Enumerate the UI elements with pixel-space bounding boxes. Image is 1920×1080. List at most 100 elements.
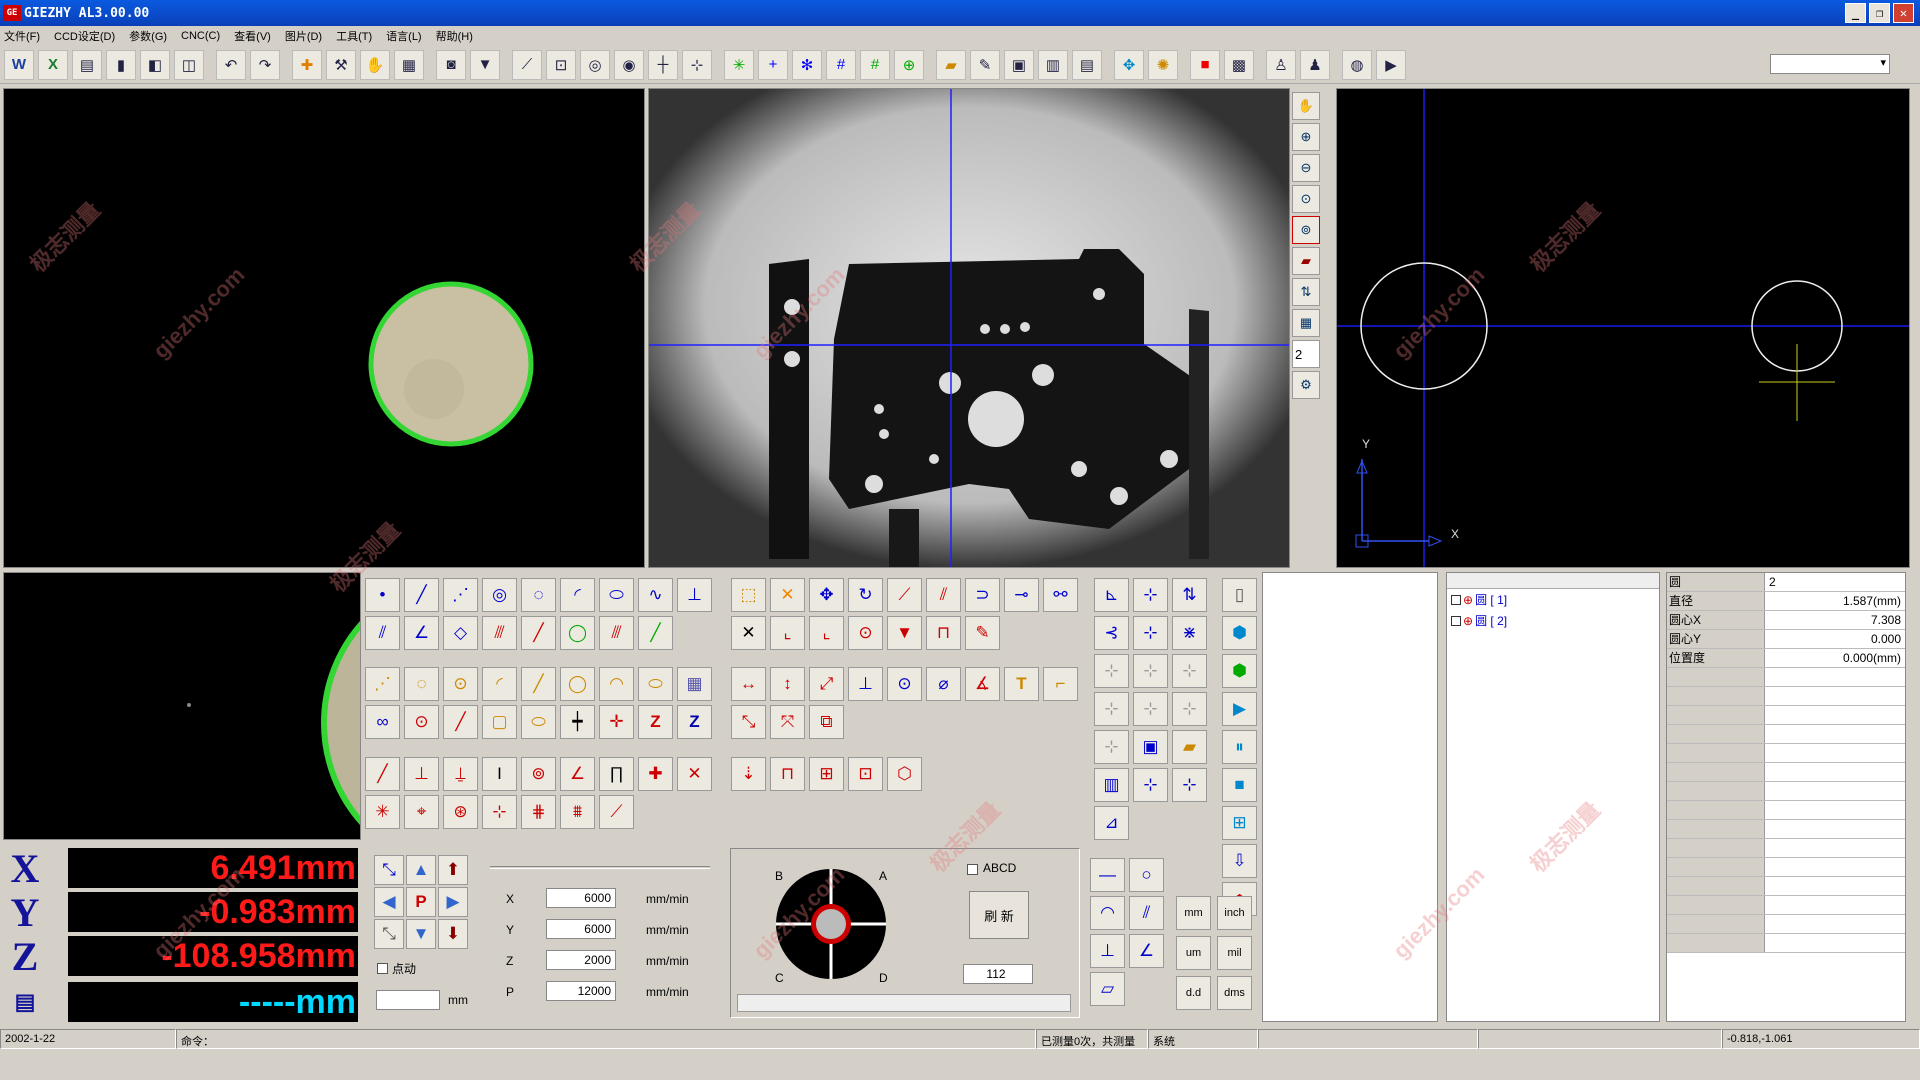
- slash-tool[interactable]: ╱: [443, 705, 478, 739]
- menu-tools[interactable]: 工具(T): [336, 28, 372, 44]
- angle-dim-tool[interactable]: ∡: [965, 667, 1000, 701]
- feature-item[interactable]: ⊕ 圆 [ 2]: [1447, 610, 1659, 631]
- hatch-tool[interactable]: ⫻: [482, 616, 517, 650]
- excel-export-icon[interactable]: X: [38, 49, 68, 80]
- pivot-tool[interactable]: ┿: [560, 705, 595, 739]
- drawing-view-pane[interactable]: Y X: [1336, 88, 1910, 568]
- zoom-window-icon[interactable]: ⊚: [1292, 216, 1320, 244]
- leader-tool[interactable]: ⌐: [1043, 667, 1078, 701]
- probe-icon[interactable]: ▤: [0, 981, 50, 1023]
- trim-tool[interactable]: ⟋: [887, 578, 922, 612]
- auto-circle-tool[interactable]: ◌: [404, 667, 439, 701]
- drawing-icon[interactable]: ◫: [174, 49, 204, 80]
- p-speed-field[interactable]: 12000: [546, 981, 616, 1001]
- book-open-icon[interactable]: ▯: [1222, 578, 1257, 612]
- parallel-tool[interactable]: ⫽: [365, 616, 400, 650]
- arc-tool[interactable]: ◜: [560, 578, 595, 612]
- box3d-tool[interactable]: ⬡: [887, 757, 922, 791]
- redo-icon[interactable]: ↷: [250, 49, 280, 80]
- tool-settings-icon[interactable]: ⚙: [1292, 371, 1320, 399]
- za-red-tool[interactable]: Z: [638, 705, 673, 739]
- coord-b3-tool[interactable]: ⊹: [1172, 692, 1207, 726]
- menu-help[interactable]: 帮助(H): [436, 28, 473, 44]
- multi-circle-tool[interactable]: ∞: [365, 705, 400, 739]
- minimize-button[interactable]: _: [1845, 3, 1866, 23]
- step-field[interactable]: [376, 990, 440, 1010]
- auto-circle3-tool[interactable]: ◯: [560, 667, 595, 701]
- auto-area-tool[interactable]: ▦: [677, 667, 712, 701]
- play-icon[interactable]: ▶: [1222, 692, 1257, 726]
- construct-circ-tool[interactable]: ⊛: [443, 795, 478, 829]
- jog-z-down-button[interactable]: ⬇: [438, 919, 468, 949]
- slot-tool[interactable]: ⬭: [521, 705, 556, 739]
- construct-angle-tool[interactable]: ∠: [560, 757, 595, 791]
- frame-tool-icon[interactable]: ⊡: [546, 49, 576, 80]
- circle-dots-tool[interactable]: ◌: [521, 578, 556, 612]
- construct-pt2-tool[interactable]: ⊹: [482, 795, 517, 829]
- tangent-tool[interactable]: ⊸: [1004, 578, 1039, 612]
- toolbar-combo[interactable]: [1770, 54, 1890, 74]
- move-icon[interactable]: ✥: [1114, 49, 1144, 80]
- move-tool[interactable]: ✥: [809, 578, 844, 612]
- menu-file[interactable]: 文件(F): [4, 28, 40, 44]
- coord-x-tool[interactable]: ⌞: [770, 616, 805, 650]
- y-speed-field[interactable]: 6000: [546, 919, 616, 939]
- refresh-button[interactable]: 刷 新: [969, 891, 1029, 939]
- axes-icon[interactable]: ┼: [648, 49, 678, 80]
- hash-icon[interactable]: #: [826, 49, 856, 80]
- jog-left-button[interactable]: ◀: [374, 887, 404, 917]
- xy-icon[interactable]: ⊹: [682, 49, 712, 80]
- construct-diag-tool[interactable]: ✕: [677, 757, 712, 791]
- matrix2-tool[interactable]: ⊡: [848, 757, 883, 791]
- shape-perp-tool[interactable]: ⊥: [1090, 934, 1125, 968]
- table-icon[interactable]: ▥: [1038, 49, 1068, 80]
- construct-line-tool[interactable]: ╱: [365, 757, 400, 791]
- undo-icon[interactable]: ↶: [216, 49, 246, 80]
- joystick-scrollbar[interactable]: [737, 994, 1071, 1012]
- save-icon[interactable]: ▣: [1004, 49, 1034, 80]
- shape-slash-tool[interactable]: ⫽: [1129, 896, 1164, 930]
- matrix-tool[interactable]: ⊞: [809, 757, 844, 791]
- construct-fence-tool[interactable]: ⩩: [560, 795, 595, 829]
- hand-icon[interactable]: ✋: [360, 49, 390, 80]
- coord-origin-tool[interactable]: ⊙: [848, 616, 883, 650]
- perpendicular-tool[interactable]: ⊥: [677, 578, 712, 612]
- extend-tool[interactable]: ⫽: [926, 578, 961, 612]
- pick-icon[interactable]: ⚒: [326, 49, 356, 80]
- unit-inch-button[interactable]: inch: [1217, 896, 1252, 930]
- unit-dd-button[interactable]: d.d: [1176, 976, 1211, 1010]
- coord-d3-tool[interactable]: ⊹: [1172, 768, 1207, 802]
- rotate-tool[interactable]: ↻: [848, 578, 883, 612]
- select-box-tool[interactable]: ⬚: [731, 578, 766, 612]
- book-view-icon[interactable]: ▰: [1292, 247, 1320, 275]
- open-folder-icon[interactable]: ▰: [936, 49, 966, 80]
- coord-open-tool[interactable]: ▰: [1172, 730, 1207, 764]
- coord-b2-tool[interactable]: ⊹: [1133, 692, 1168, 726]
- diamond-tool[interactable]: ◇: [443, 616, 478, 650]
- zoom-level-field[interactable]: 2: [1292, 340, 1320, 368]
- unit-mil-button[interactable]: mil: [1217, 936, 1252, 970]
- joystick-value-field[interactable]: 112: [963, 964, 1033, 984]
- x-axis-button[interactable]: X: [0, 846, 50, 891]
- perp-dim-tool[interactable]: ⊥: [848, 667, 883, 701]
- construct-gate-tool[interactable]: ∏: [599, 757, 634, 791]
- line-red-tool[interactable]: ╱: [521, 616, 556, 650]
- shape-angle-tool[interactable]: ∠: [1129, 934, 1164, 968]
- shape-parallelogram-tool[interactable]: ▱: [1090, 972, 1125, 1006]
- coord-y-tool[interactable]: ⌞: [809, 616, 844, 650]
- joystick-icon[interactable]: ♙: [1266, 49, 1296, 80]
- menu-language[interactable]: 语言(L): [386, 28, 421, 44]
- shape-circle-tool[interactable]: ○: [1129, 858, 1164, 892]
- hash-green-icon[interactable]: #: [860, 49, 890, 80]
- circle-tool[interactable]: ◎: [482, 578, 517, 612]
- chart-icon[interactable]: ▮: [106, 49, 136, 80]
- cube-icon[interactable]: ⬢: [1222, 616, 1257, 650]
- menu-view[interactable]: 查看(V): [234, 28, 271, 44]
- circle-tangent-tool[interactable]: ⚯: [1043, 578, 1078, 612]
- jog-diag-button[interactable]: ⤡: [374, 855, 404, 885]
- joystick2-icon[interactable]: ♟: [1300, 49, 1330, 80]
- coord-xy-tool[interactable]: ⊾: [1094, 578, 1129, 612]
- pen-tool[interactable]: ✎: [965, 616, 1000, 650]
- circle-green-tool[interactable]: ◯: [560, 616, 595, 650]
- curve-tool[interactable]: ∿: [638, 578, 673, 612]
